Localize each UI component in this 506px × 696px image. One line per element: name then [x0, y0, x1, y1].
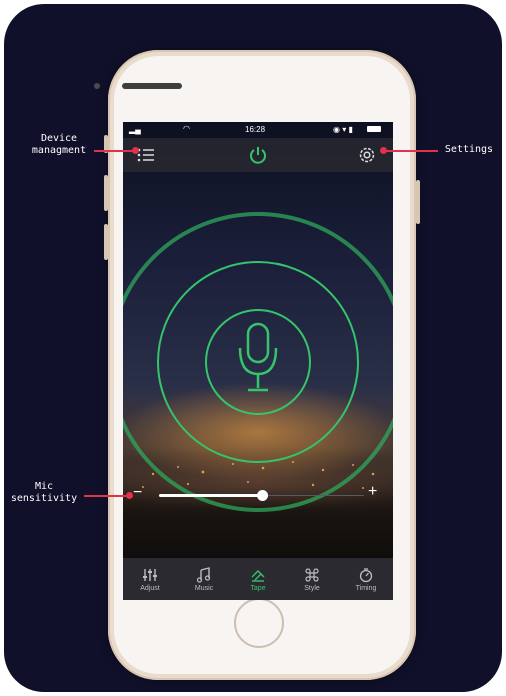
- tab-adjust-label: Adjust: [140, 584, 160, 592]
- timer-icon: [359, 567, 373, 582]
- mic-sensitivity-label-line2: sensitivity: [10, 493, 78, 504]
- tab-tape[interactable]: Tape: [231, 558, 285, 600]
- tab-tape-label: Tape: [250, 584, 266, 592]
- earpiece-speaker: [122, 83, 182, 89]
- mic-sensitivity-callout-dot: [126, 492, 133, 499]
- tab-timing[interactable]: Timing: [339, 558, 393, 600]
- phone-volume-up-button: [104, 175, 108, 211]
- tab-style-label: Style: [304, 584, 320, 592]
- settings-callout-label: Settings: [444, 144, 494, 155]
- phone-volume-down-button: [104, 224, 108, 260]
- phone-power-button: [416, 180, 420, 224]
- tab-adjust[interactable]: Adjust: [123, 558, 177, 600]
- settings-callout-dot: [380, 147, 387, 154]
- music-note-icon: [196, 566, 211, 583]
- mic-sensitivity-callout-line: [84, 495, 130, 497]
- device-management-label-line2: managment: [31, 145, 87, 156]
- device-management-callout-line: [94, 150, 136, 152]
- tab-timing-label: Timing: [355, 584, 377, 592]
- command-icon: [305, 567, 319, 582]
- tape-icon: [251, 569, 265, 582]
- sliders-icon: [143, 568, 157, 581]
- sensitivity-minus-button[interactable]: −: [133, 484, 142, 502]
- home-button[interactable]: [234, 598, 284, 648]
- mic-sensitivity-label-line1: Mic: [34, 481, 54, 492]
- device-management-callout-label: Device managment: [22, 133, 96, 157]
- front-camera: [94, 83, 100, 89]
- sensitivity-fill: [159, 494, 262, 497]
- sensitivity-plus-button[interactable]: +: [368, 483, 377, 501]
- device-management-label-line1: Device: [40, 133, 78, 144]
- mic-sensitivity-callout-label: Mic sensitivity: [0, 481, 88, 505]
- settings-callout-line: [384, 150, 438, 152]
- microphone-icon[interactable]: [228, 318, 288, 398]
- sensitivity-knob[interactable]: [257, 490, 268, 501]
- tab-music-label: Music: [194, 584, 214, 592]
- app-screen: ▂▄ ◠ 16:28 ◉ ▾ ▮ − + Adjust Music Tape S…: [123, 122, 393, 600]
- tab-music[interactable]: Music: [177, 558, 231, 600]
- device-management-callout-dot: [132, 147, 139, 154]
- bottom-tab-bar: Adjust Music Tape Style Timing: [123, 558, 393, 600]
- tab-style[interactable]: Style: [285, 558, 339, 600]
